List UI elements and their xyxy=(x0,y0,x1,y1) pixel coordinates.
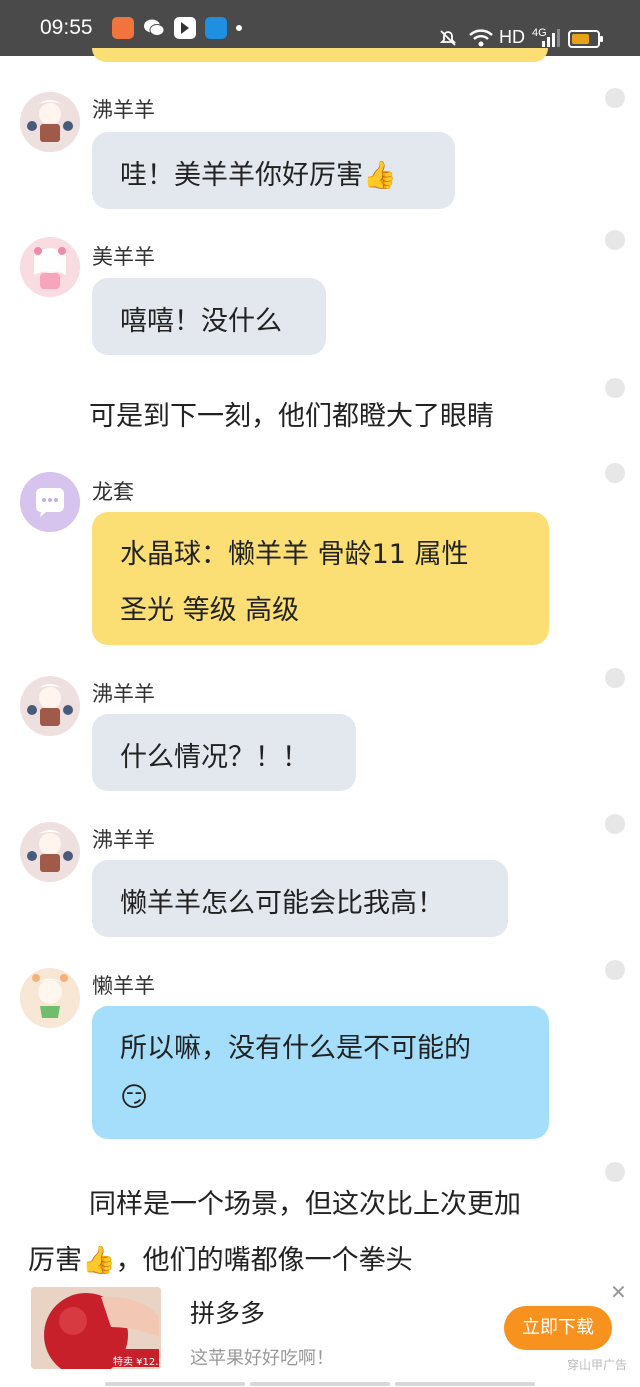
message-text: 懒羊羊怎么可能会比我高！ xyxy=(120,888,444,919)
app-notification-icon xyxy=(112,17,134,39)
speaker-name: 龙套 xyxy=(92,480,134,504)
message-menu-dot[interactable] xyxy=(605,960,625,980)
chat-message: 沸羊羊 哇！美羊羊你好厉害👍 xyxy=(0,88,640,218)
battery-icon xyxy=(568,30,603,48)
chat-message: 沸羊羊 懒羊羊怎么可能会比我高！ xyxy=(0,814,640,952)
download-button[interactable]: 立即下载 xyxy=(504,1306,612,1350)
app-notification-icon xyxy=(205,17,227,39)
message-bubble[interactable]: 所以嘛，没有什么是不可能的 😏 xyxy=(92,1006,549,1139)
message-bubble[interactable]: 哇！美羊羊你好厉害👍 xyxy=(92,132,455,209)
message-bubble[interactable]: 水晶球：懒羊羊 骨龄11 属性 圣光 等级 高级 xyxy=(92,512,549,645)
message-bubble[interactable]: 嘻嘻！没什么 xyxy=(92,278,326,355)
message-menu-dot[interactable] xyxy=(605,463,625,483)
message-text: 😏 xyxy=(120,1082,149,1113)
hd-label: HD xyxy=(499,27,525,47)
previous-message-bubble-edge xyxy=(92,48,548,62)
speaker-name: 懒羊羊 xyxy=(92,974,155,998)
speaker-name: 沸羊羊 xyxy=(92,682,155,706)
message-bubble[interactable]: 什么情况？！！ xyxy=(92,714,356,791)
message-menu-dot[interactable] xyxy=(605,814,625,834)
status-time: 09:55 xyxy=(40,16,93,39)
speaker-name: 沸羊羊 xyxy=(92,828,155,852)
avatar[interactable] xyxy=(20,472,80,532)
speaker-name: 沸羊羊 xyxy=(92,98,155,122)
chat-message: 沸羊羊 什么情况？！！ xyxy=(0,668,640,806)
avatar[interactable] xyxy=(20,822,80,882)
message-text: 什么情况？！！ xyxy=(120,742,309,773)
avatar[interactable] xyxy=(20,676,80,736)
narration-block: 同样是一个场景，但这次比上次更加 厉害👍，他们的嘴都像一个拳头 xyxy=(0,1160,640,1280)
message-text: 哇！美羊羊你好厉害👍 xyxy=(120,160,397,191)
ad-banner[interactable]: 特卖 ¥12.9 拼多多 这苹果好好吃啊！ 立即下载 ✕ 穿山甲广告 xyxy=(0,1278,640,1387)
narration-block: 可是到下一刻，他们都瞪大了眼睛 xyxy=(0,378,640,438)
chat-message: 龙套 水晶球：懒羊羊 骨龄11 属性 圣光 等级 高级 xyxy=(0,463,640,648)
chat-message: 懒羊羊 所以嘛，没有什么是不可能的 😏 xyxy=(0,960,640,1148)
narration-line: 厉害👍，他们的嘴都像一个拳头 xyxy=(28,1245,413,1276)
ad-price-badge: 特卖 ¥12.9 xyxy=(113,1357,161,1368)
avatar[interactable] xyxy=(20,92,80,152)
ad-title: 拼多多 xyxy=(190,1299,266,1328)
message-text: 水晶球：懒羊羊 骨龄11 属性 xyxy=(120,539,469,570)
close-icon[interactable]: ✕ xyxy=(610,1280,627,1304)
message-menu-dot[interactable] xyxy=(605,230,625,250)
chat-message: 美羊羊 嘻嘻！没什么 xyxy=(0,230,640,365)
ad-description: 这苹果好好吃啊！ xyxy=(190,1348,334,1369)
scroll-indicator xyxy=(105,1382,245,1386)
app-notification-icon xyxy=(174,17,196,39)
message-bubble[interactable]: 懒羊羊怎么可能会比我高！ xyxy=(92,860,508,937)
wechat-icon xyxy=(143,17,165,39)
ad-image[interactable]: 特卖 ¥12.9 xyxy=(31,1287,161,1369)
scroll-indicator xyxy=(395,1382,535,1386)
avatar[interactable] xyxy=(20,237,80,297)
message-text: 嘻嘻！没什么 xyxy=(120,306,282,337)
message-text: 所以嘛，没有什么是不可能的 xyxy=(120,1033,471,1064)
ad-source-label: 穿山甲广告 xyxy=(567,1358,628,1372)
more-notifications-dot xyxy=(236,25,242,31)
narration-line: 同样是一个场景，但这次比上次更加 xyxy=(89,1189,521,1220)
speaker-name: 美羊羊 xyxy=(92,245,155,269)
narration-line: 可是到下一刻，他们都瞪大了眼睛 xyxy=(89,401,494,432)
message-menu-dot[interactable] xyxy=(605,88,625,108)
message-text: 圣光 等级 高级 xyxy=(120,595,300,626)
message-menu-dot[interactable] xyxy=(605,378,625,398)
scroll-indicator xyxy=(250,1382,390,1386)
message-menu-dot[interactable] xyxy=(605,668,625,688)
avatar[interactable] xyxy=(20,968,80,1028)
message-menu-dot[interactable] xyxy=(605,1162,625,1182)
